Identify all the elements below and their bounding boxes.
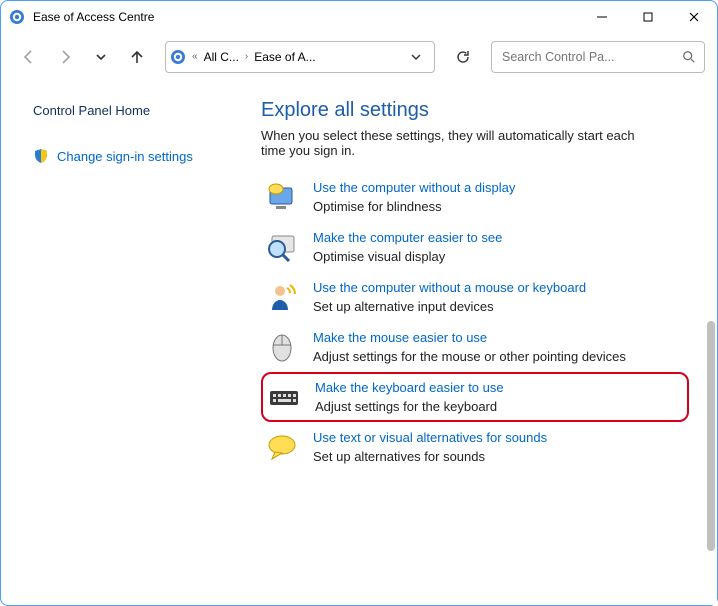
close-button[interactable] bbox=[671, 1, 717, 33]
option-mouse-easier: Make the mouse easier to use Adjust sett… bbox=[261, 322, 689, 372]
option-easier-see: Make the computer easier to see Optimise… bbox=[261, 222, 689, 272]
option-no-mouse-keyboard: Use the computer without a mouse or keyb… bbox=[261, 272, 689, 322]
monitor-speech-icon bbox=[265, 180, 299, 214]
magnifier-monitor-icon bbox=[265, 230, 299, 264]
option-link[interactable]: Use the computer without a mouse or keyb… bbox=[313, 280, 685, 295]
breadcrumb-item[interactable]: Ease of A... bbox=[254, 50, 315, 64]
page-title: Explore all settings bbox=[261, 99, 689, 122]
option-link[interactable]: Use the computer without a display bbox=[313, 180, 685, 195]
up-button[interactable] bbox=[121, 41, 153, 73]
sidebar-item-label: Control Panel Home bbox=[33, 103, 150, 118]
search-icon bbox=[682, 50, 696, 64]
option-desc: Adjust settings for the mouse or other p… bbox=[313, 349, 685, 364]
breadcrumb-chevron-icon: › bbox=[245, 51, 248, 62]
option-keyboard-easier: Make the keyboard easier to use Adjust s… bbox=[261, 372, 689, 422]
recent-locations-button[interactable] bbox=[85, 41, 117, 73]
page-subtitle: When you select these settings, they wil… bbox=[261, 128, 641, 158]
refresh-button[interactable] bbox=[447, 41, 479, 73]
content: Explore all settings When you select the… bbox=[261, 81, 717, 605]
forward-button[interactable] bbox=[49, 41, 81, 73]
main-area: Control Panel Home Change sign-in settin… bbox=[1, 81, 717, 605]
option-link[interactable]: Make the mouse easier to use bbox=[313, 330, 685, 345]
maximize-button[interactable] bbox=[625, 1, 671, 33]
option-desc: Adjust settings for the keyboard bbox=[315, 399, 681, 414]
vertical-scrollbar[interactable] bbox=[701, 81, 717, 605]
option-desc: Optimise for blindness bbox=[313, 199, 685, 214]
option-link[interactable]: Use text or visual alternatives for soun… bbox=[313, 430, 685, 445]
option-link[interactable]: Make the keyboard easier to use bbox=[315, 380, 681, 395]
title-bar: Ease of Access Centre bbox=[1, 1, 717, 33]
search-box[interactable] bbox=[491, 41, 705, 73]
app-icon bbox=[9, 9, 25, 25]
minimize-button[interactable] bbox=[579, 1, 625, 33]
option-desc: Set up alternatives for sounds bbox=[313, 449, 685, 464]
toolbar: « All C... › Ease of A... bbox=[1, 33, 717, 81]
window-title: Ease of Access Centre bbox=[33, 10, 154, 24]
breadcrumb-chevron-icon: « bbox=[192, 51, 198, 62]
address-bar-icon bbox=[170, 49, 186, 65]
option-no-display: Use the computer without a display Optim… bbox=[261, 172, 689, 222]
scrollbar-thumb[interactable] bbox=[707, 321, 715, 551]
breadcrumb-item[interactable]: All C... bbox=[204, 50, 239, 64]
sidebar-item-label: Change sign-in settings bbox=[57, 149, 193, 164]
address-bar[interactable]: « All C... › Ease of A... bbox=[165, 41, 435, 73]
address-dropdown-button[interactable] bbox=[402, 42, 430, 72]
sidebar-link-signin[interactable]: Change sign-in settings bbox=[33, 144, 247, 168]
option-sound-alternatives: Use text or visual alternatives for soun… bbox=[261, 422, 689, 472]
sidebar: Control Panel Home Change sign-in settin… bbox=[1, 81, 261, 605]
keyboard-icon bbox=[267, 380, 301, 414]
speech-bubble-icon bbox=[265, 430, 299, 464]
shield-icon bbox=[33, 148, 49, 164]
option-desc: Set up alternative input devices bbox=[313, 299, 685, 314]
sidebar-link-home[interactable]: Control Panel Home bbox=[33, 99, 247, 122]
mouse-icon bbox=[265, 330, 299, 364]
option-link[interactable]: Make the computer easier to see bbox=[313, 230, 685, 245]
back-button[interactable] bbox=[13, 41, 45, 73]
search-input[interactable] bbox=[500, 49, 674, 65]
option-desc: Optimise visual display bbox=[313, 249, 685, 264]
person-speaking-icon bbox=[265, 280, 299, 314]
